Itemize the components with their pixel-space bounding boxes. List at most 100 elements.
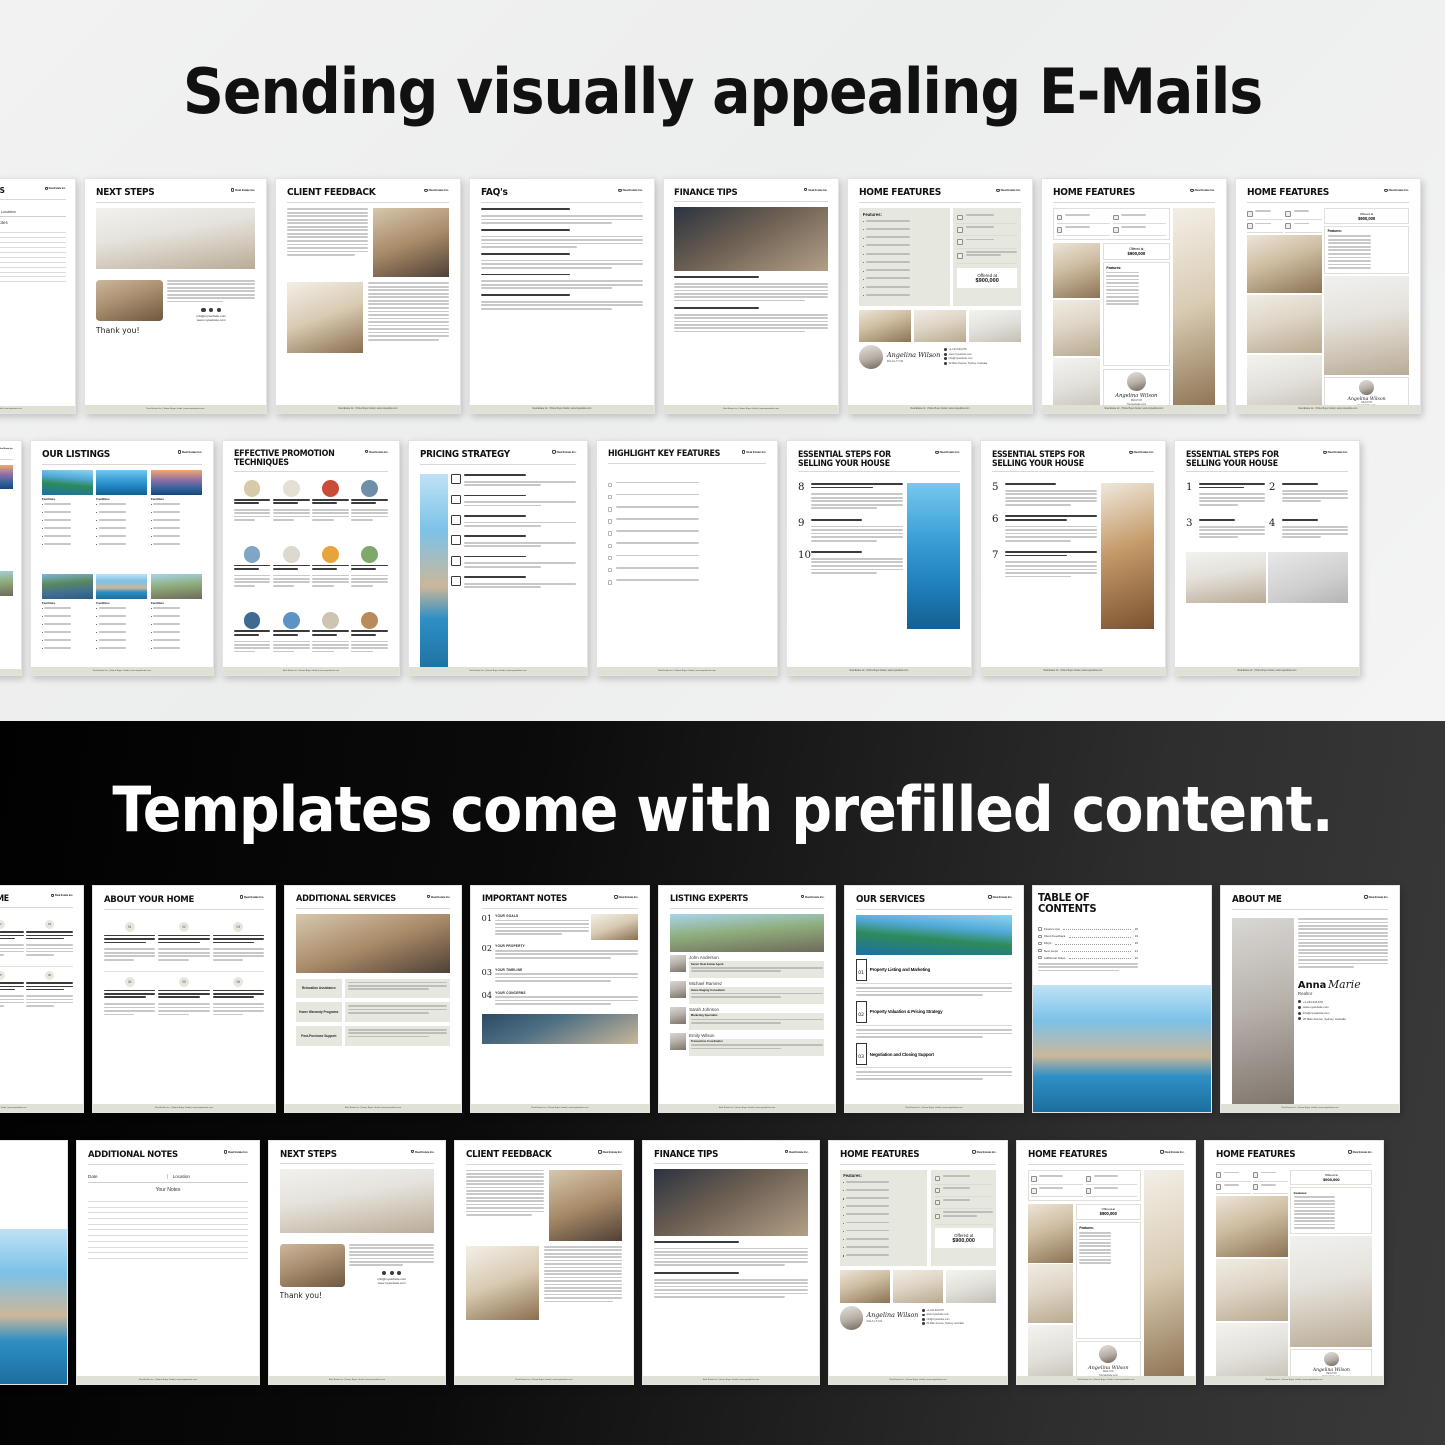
facility-text xyxy=(153,518,202,526)
template-card-about-your-home[interactable]: ABOUT YOUR HOMEReal Estate Inc.010203040… xyxy=(0,885,84,1113)
text-line xyxy=(44,647,72,649)
text-line xyxy=(26,944,74,946)
agent-role: REALTOR xyxy=(866,1319,883,1324)
toc-entry[interactable]: FAQs 20 xyxy=(1038,941,1138,945)
bullet-icon xyxy=(862,229,864,231)
text-line xyxy=(1106,285,1140,288)
mail-icon[interactable] xyxy=(216,307,222,313)
mail-icon[interactable] xyxy=(397,1271,402,1276)
checklist-row[interactable] xyxy=(607,578,766,586)
template-card-essential-steps[interactable]: ESSENTIAL STEPS FOR SELLING YOUR HOUSE Rea… xyxy=(786,440,972,676)
checklist-row[interactable] xyxy=(607,481,766,489)
toc-entry[interactable]: Next steps 21 xyxy=(1038,949,1138,953)
template-card-home-features-c[interactable]: HOME FEATURES Real Estate Inc. Offered at $… xyxy=(1235,178,1421,414)
template-card-home-features-a[interactable]: HOME FEATURES Real Estate Inc. Features: Of… xyxy=(828,1140,1008,1385)
checkbox-icon[interactable] xyxy=(607,555,613,561)
checklist-row[interactable] xyxy=(607,530,766,537)
side-photo-2 xyxy=(1027,1264,1073,1324)
template-card-listing-experts[interactable]: LISTING EXPERTS Real Estate Inc. John Ande… xyxy=(658,885,836,1113)
contact-icon-row xyxy=(349,1271,434,1276)
checkbox-icon[interactable] xyxy=(607,494,613,500)
checkbox-icon[interactable] xyxy=(607,519,613,524)
toc-entry[interactable]: Finance tips 18 xyxy=(1038,927,1138,931)
checkbox-icon[interactable] xyxy=(607,543,613,549)
pricing-item xyxy=(451,535,577,552)
feature-stat-label xyxy=(942,1175,993,1182)
text-line xyxy=(311,630,349,633)
template-card-additional-services[interactable]: ADDITIONAL SERVICES Real Estate Inc. Reloc… xyxy=(284,885,462,1113)
checklist-row[interactable] xyxy=(607,566,766,574)
template-card-about-me[interactable]: ABOUT ME Real Estate Inc. Anna Marie Realtor… xyxy=(1220,885,1400,1113)
text-block xyxy=(865,293,946,296)
toc-entry[interactable]: Additional Notes 22 xyxy=(1038,956,1138,960)
checklist-row[interactable] xyxy=(607,505,766,513)
checkbox-icon[interactable] xyxy=(607,531,613,536)
text-line xyxy=(348,988,429,991)
text-line xyxy=(1260,1183,1276,1186)
headline-bottom: Templates come with prefilled content. xyxy=(112,773,1333,846)
left-photo-1 xyxy=(1247,234,1322,293)
checkbox-icon[interactable] xyxy=(607,507,613,512)
card-footer: Real Estate Inc. | Home Buyer Guide | ww… xyxy=(409,666,587,675)
template-card-promotion-techniques[interactable]: EFFECTIVE PROMOTION TECHNIQUES Real Estate… xyxy=(222,440,400,676)
template-card-our-listings[interactable]: OUR LISTINGSReal Estate Inc.FacilitiesFa… xyxy=(30,440,214,676)
checkbox-icon[interactable] xyxy=(607,580,613,585)
pricing-item xyxy=(451,576,577,593)
template-card-table-of-contents[interactable]: TABLE OFCONTENTSFinance tips18Client Fee… xyxy=(1032,885,1212,1113)
checkbox-icon[interactable] xyxy=(607,482,613,488)
note-line[interactable] xyxy=(0,277,66,283)
text-line xyxy=(855,987,1013,989)
promotion-label xyxy=(311,564,349,570)
text-line xyxy=(942,1175,971,1178)
template-card-pricing-strategy[interactable]: PRICING STRATEGY Real Estate Inc. Real Est… xyxy=(408,440,588,676)
template-card-essential-steps[interactable]: ESSENTIAL STEPS FOR SELLING YOUR HOUSE Rea… xyxy=(980,440,1166,676)
template-card-our-services[interactable]: OUR SERVICES Real Estate Inc. 01 Property L… xyxy=(844,885,1024,1113)
template-card-table-of-contents[interactable]: TABLE OFCONTENTSFinance tips18Client Fee… xyxy=(0,1140,68,1385)
template-card-additional-notes[interactable]: ADDITIONAL NOTESReal Estate Inc.DateLoca… xyxy=(0,178,76,414)
promotion-label xyxy=(351,498,388,504)
template-card-home-features-b[interactable]: HOME FEATURES Real Estate Inc. Offered at $… xyxy=(1041,178,1227,414)
template-card-home-features-a[interactable]: HOME FEATURES Real Estate Inc. Features: Of… xyxy=(847,178,1033,414)
template-card-home-features-b[interactable]: HOME FEATURES Real Estate Inc. Offered at $… xyxy=(1016,1140,1196,1385)
text-line xyxy=(1255,210,1271,213)
template-card-important-notes[interactable]: IMPORTANT NOTES Real Estate Inc. 01 YOUR GO… xyxy=(470,885,650,1113)
template-card-our-listings[interactable]: OUR LISTINGSReal Estate Inc.FacilitiesFa… xyxy=(0,440,22,676)
template-card-next-steps[interactable]: NEXT STEPS Real Estate Inc. Thank you! info… xyxy=(268,1140,446,1385)
template-card-client-feedback[interactable]: CLIENT FEEDBACK Real Estate Inc. Real Esta… xyxy=(275,178,461,414)
phone-icon[interactable] xyxy=(201,307,206,313)
checkbox-icon[interactable] xyxy=(607,567,613,573)
bullet-icon xyxy=(41,544,43,546)
template-card-highlight-features[interactable]: HIGHLIGHT KEY FEATURES Real Estate Inc. Re… xyxy=(596,440,778,676)
globe-icon[interactable] xyxy=(209,307,214,313)
faqs-title: FAQ's xyxy=(481,187,508,199)
template-card-finance-tips[interactable]: FINANCE TIPS Real Estate Inc. Real Estate … xyxy=(642,1140,820,1385)
template-card-about-your-home[interactable]: ABOUT YOUR HOMEReal Estate Inc.010203040… xyxy=(92,885,276,1113)
checklist-row[interactable] xyxy=(607,518,766,525)
text-line xyxy=(1079,1238,1112,1241)
features-info-column: Offered at $900,000 Features: Angelina Wils… xyxy=(1075,1203,1141,1384)
checklist-row[interactable] xyxy=(607,542,766,549)
promotion-item xyxy=(311,611,349,675)
template-card-client-feedback[interactable]: CLIENT FEEDBACK Real Estate Inc. Real Esta… xyxy=(454,1140,634,1385)
text-line xyxy=(1297,962,1389,965)
bullet-icon xyxy=(843,1255,845,1257)
globe-icon[interactable] xyxy=(389,1271,394,1276)
template-card-faqs[interactable]: FAQ's Real Estate Inc. Real Estate Inc. | … xyxy=(469,178,655,414)
note-line[interactable] xyxy=(87,1253,249,1259)
steps-photo-1 xyxy=(1186,551,1266,604)
text-line xyxy=(103,1003,156,1005)
toc-entry[interactable]: Client Feedback 19 xyxy=(1038,934,1138,938)
text-line xyxy=(1005,532,1097,535)
template-card-home-features-c[interactable]: HOME FEATURES Real Estate Inc. Offered at $… xyxy=(1204,1140,1384,1385)
template-card-finance-tips[interactable]: FINANCE TIPS Real Estate Inc. Real Estate … xyxy=(663,178,839,414)
checklist-row[interactable] xyxy=(607,493,766,501)
text-line xyxy=(1327,238,1371,241)
phone-icon[interactable] xyxy=(382,1271,387,1276)
feature-text xyxy=(1106,299,1166,302)
text-block xyxy=(98,623,148,625)
template-card-next-steps[interactable]: NEXT STEPS Real Estate Inc. Thank you! info… xyxy=(84,178,267,414)
template-card-essential-steps[interactable]: ESSENTIAL STEPS FOR SELLING YOUR HOUSE Rea… xyxy=(1174,440,1360,676)
contact-row: www.mywebsite.com xyxy=(1297,1005,1388,1009)
checklist-row[interactable] xyxy=(607,554,766,562)
template-card-additional-notes[interactable]: ADDITIONAL NOTESReal Estate Inc.DateLoca… xyxy=(76,1140,260,1385)
